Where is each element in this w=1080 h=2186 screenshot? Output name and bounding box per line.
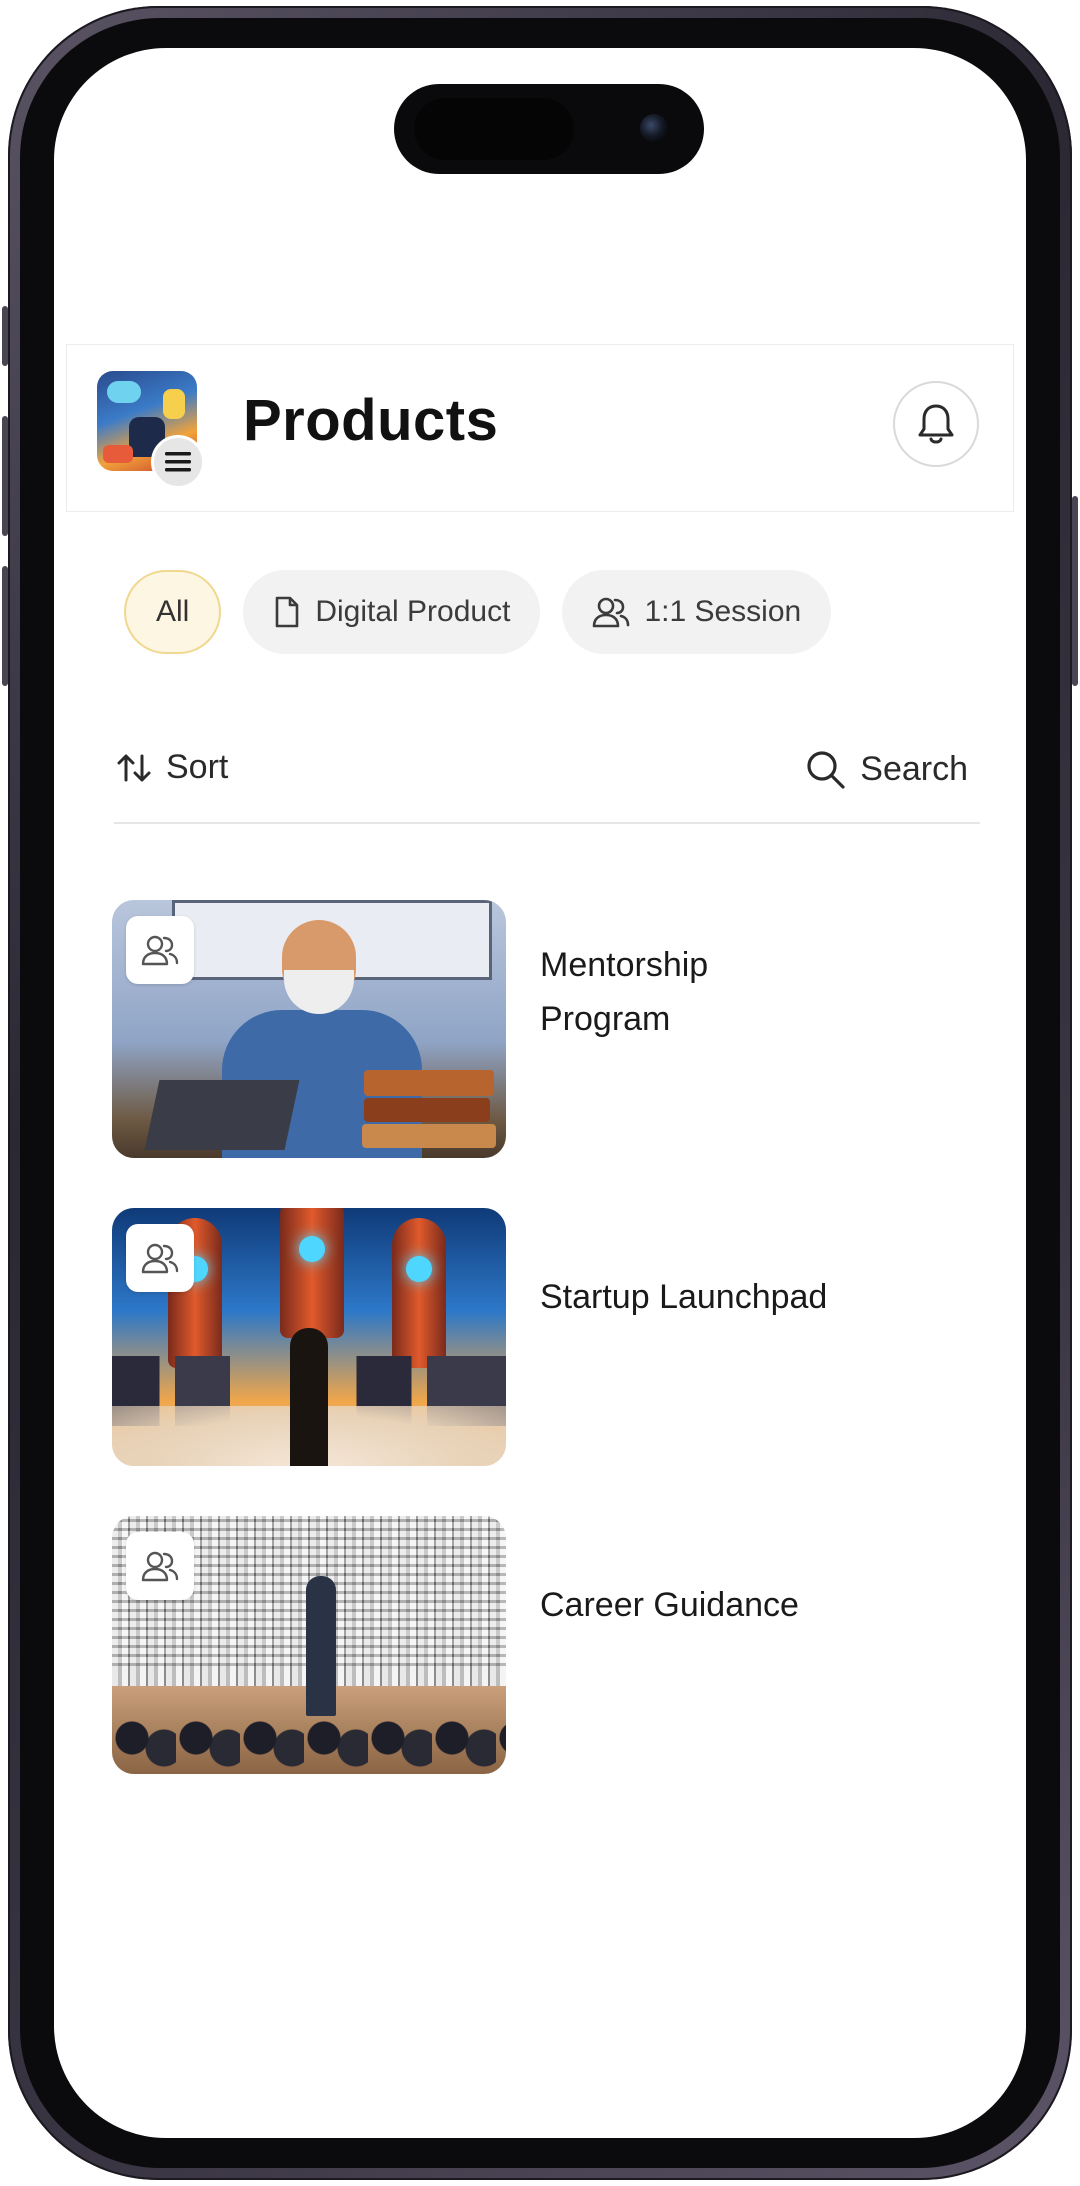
product-title: Career Guidance bbox=[540, 1586, 799, 1624]
thumbnail-art bbox=[362, 1124, 496, 1148]
thumbnail-art bbox=[299, 1236, 325, 1262]
sort-label: Sort bbox=[166, 748, 229, 786]
thumbnail-art bbox=[306, 1576, 336, 1716]
sort-button[interactable]: Sort bbox=[116, 748, 228, 787]
camera-icon bbox=[640, 114, 668, 142]
sort-arrows-icon bbox=[117, 754, 151, 781]
screen: Products All Digital Product 1:1 Session… bbox=[54, 48, 1026, 2138]
thumbnail-art bbox=[280, 1208, 344, 1338]
search-icon bbox=[807, 751, 845, 789]
thumbnail-art bbox=[112, 1718, 506, 1774]
filter-chip-digital-product[interactable]: Digital Product bbox=[243, 570, 541, 654]
thumbnail-art bbox=[406, 1256, 432, 1282]
chip-label: All bbox=[156, 595, 190, 628]
product-thumbnail bbox=[112, 900, 506, 1158]
bell-icon bbox=[918, 404, 954, 444]
divider bbox=[114, 822, 980, 824]
filter-chips: All Digital Product 1:1 Session bbox=[124, 570, 832, 654]
chip-label: 1:1 Session bbox=[644, 595, 802, 628]
search-button[interactable]: Search bbox=[804, 748, 968, 790]
thumbnail-art bbox=[284, 970, 354, 1014]
thumbnail-art bbox=[364, 1070, 494, 1096]
users-icon bbox=[141, 1243, 179, 1274]
avatar-art bbox=[103, 445, 133, 463]
side-button-volume-up bbox=[2, 416, 8, 536]
phone-frame: Products All Digital Product 1:1 Session… bbox=[2, 6, 1078, 2180]
users-icon bbox=[141, 1551, 179, 1582]
avatar-art bbox=[163, 389, 185, 419]
thumbnail-art bbox=[144, 1080, 300, 1150]
island-sensor bbox=[414, 98, 574, 160]
product-thumbnail bbox=[112, 1208, 506, 1466]
session-type-badge bbox=[126, 1532, 194, 1600]
thumbnail-art bbox=[392, 1218, 446, 1368]
product-title: Mentorship Program bbox=[540, 946, 709, 1038]
thumbnail-art bbox=[290, 1328, 328, 1466]
product-item-mentorship[interactable]: Mentorship Program bbox=[112, 900, 992, 1158]
notification-button[interactable] bbox=[893, 381, 979, 467]
avatar-art bbox=[107, 381, 141, 403]
chip-label: Digital Product bbox=[315, 595, 511, 628]
side-button-power bbox=[1072, 496, 1078, 686]
filter-chip-all[interactable]: All bbox=[124, 570, 222, 654]
product-item-career[interactable]: Career Guidance bbox=[112, 1516, 992, 1774]
dynamic-island bbox=[394, 84, 704, 174]
product-title: Startup Launchpad bbox=[540, 1278, 828, 1316]
thumbnail-art bbox=[364, 1098, 490, 1122]
page-title: Products bbox=[243, 388, 499, 453]
product-thumbnail bbox=[112, 1516, 506, 1774]
side-button-action bbox=[2, 306, 8, 366]
session-type-badge bbox=[126, 1224, 194, 1292]
document-icon bbox=[276, 596, 299, 628]
hamburger-menu-icon[interactable] bbox=[151, 435, 205, 489]
product-item-startup[interactable]: Startup Launchpad bbox=[112, 1208, 992, 1466]
side-button-volume-down bbox=[2, 566, 8, 686]
filter-chip-session[interactable]: 1:1 Session bbox=[562, 570, 832, 654]
users-icon bbox=[593, 597, 630, 628]
app-header: Products bbox=[66, 344, 1014, 512]
search-label: Search bbox=[860, 749, 968, 788]
users-icon bbox=[141, 935, 179, 966]
session-type-badge bbox=[126, 916, 194, 984]
